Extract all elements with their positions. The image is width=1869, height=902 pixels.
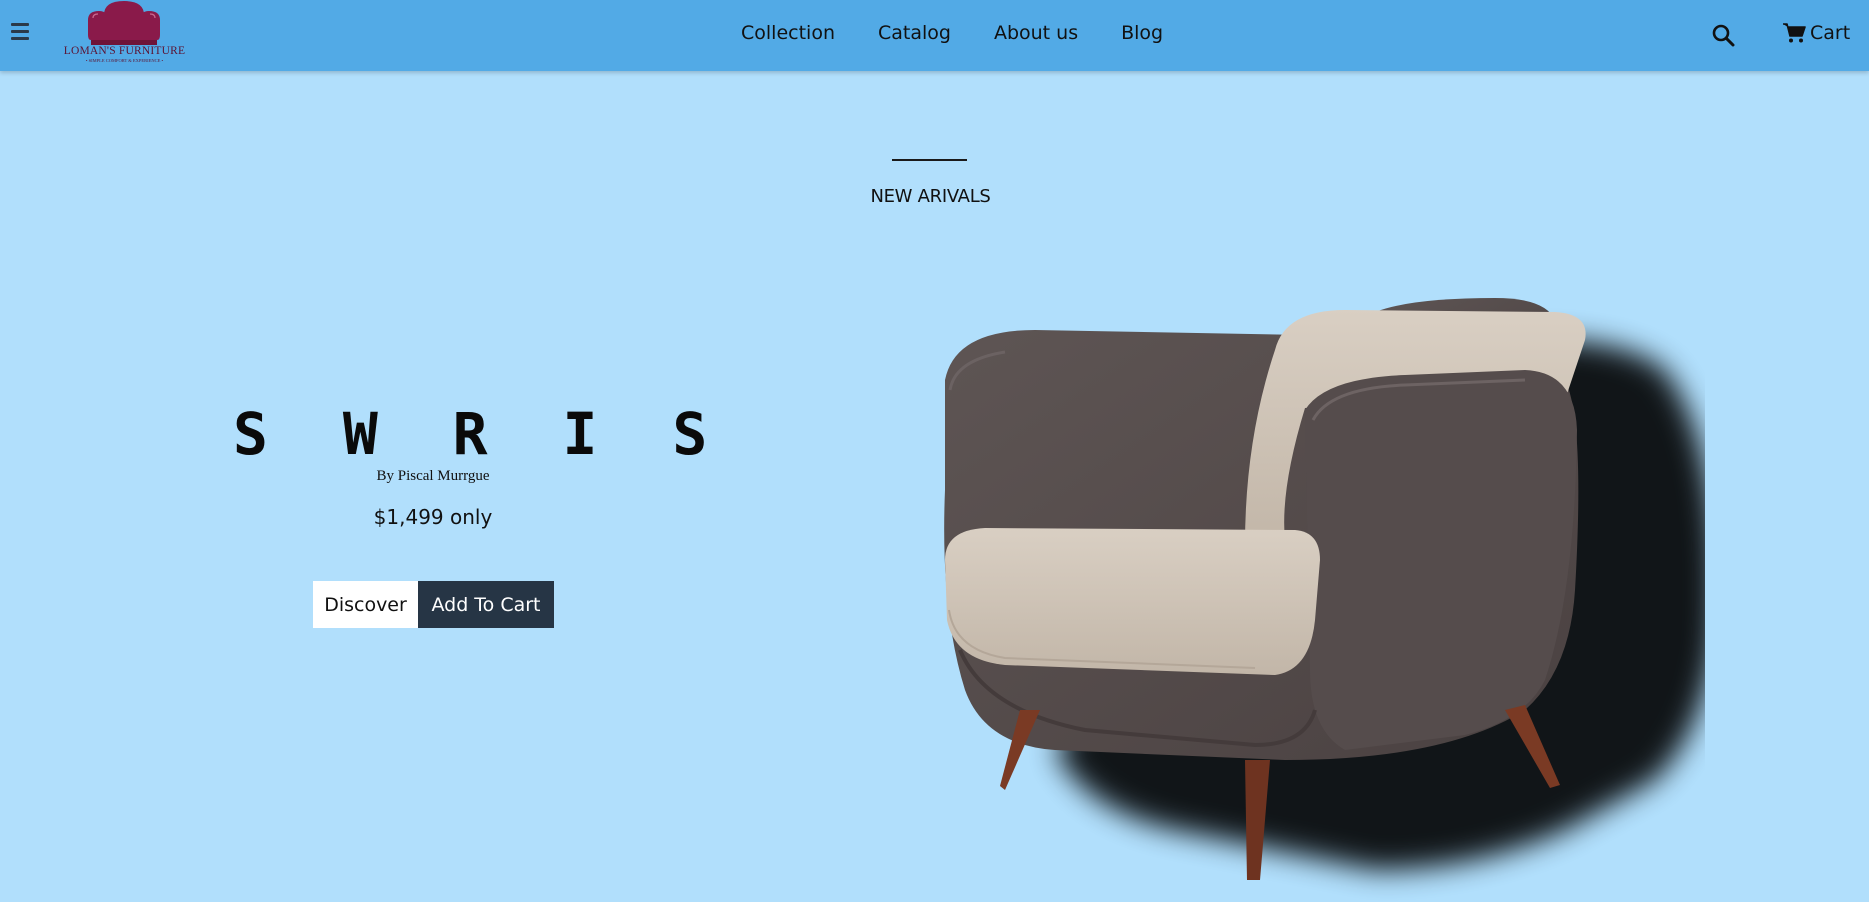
logo-text: LOMAN'S FURNITURE	[63, 45, 186, 57]
cart-icon	[1783, 23, 1806, 43]
nav-link-collection[interactable]: Collection	[741, 22, 835, 44]
nav-link-catalog[interactable]: Catalog	[878, 22, 951, 44]
product-price: $1,499 only	[373, 505, 493, 529]
logo[interactable]: LOMAN'S FURNITURE • SIMPLE COMFORT & EXP…	[52, 0, 197, 68]
section-title: NEW ARIVALS	[870, 186, 991, 207]
main-nav: Collection Catalog About us Blog	[741, 22, 1206, 44]
armchair-product-image	[944, 298, 1705, 880]
search-icon[interactable]	[1711, 23, 1735, 47]
discover-button[interactable]: Discover	[313, 581, 418, 628]
menu-icon[interactable]	[11, 23, 29, 43]
product-name: S W R I S	[233, 400, 728, 468]
nav-link-blog[interactable]: Blog	[1121, 22, 1163, 44]
product-designer: By Piscal Murrgue	[376, 468, 490, 484]
armchair-logo-icon	[88, 1, 160, 45]
cart-label: Cart	[1810, 22, 1851, 44]
navbar: LOMAN'S FURNITURE • SIMPLE COMFORT & EXP…	[0, 0, 1869, 71]
logo-tagline: • SIMPLE COMFORT & EXPERIENCE •	[85, 58, 164, 63]
cart-button[interactable]: Cart	[1782, 22, 1850, 44]
add-to-cart-button[interactable]: Add To Cart	[418, 581, 554, 628]
nav-link-about-us[interactable]: About us	[994, 22, 1078, 44]
section-divider	[892, 159, 967, 161]
